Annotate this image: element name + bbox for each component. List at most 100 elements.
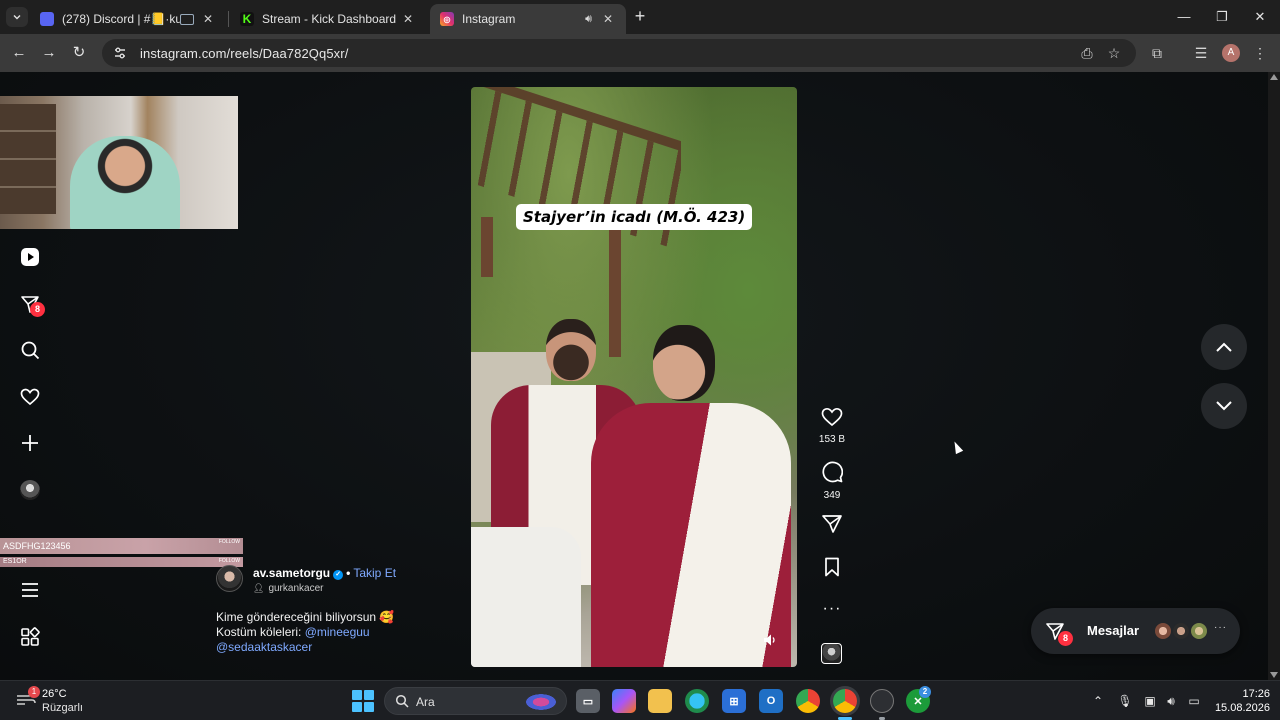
webcam-person: [70, 136, 180, 229]
screen-share-icon: [180, 13, 194, 25]
more-contacts-icon: ···: [1214, 622, 1227, 633]
caption-line: Kime göndereceğini biliyorsun 🥰: [216, 610, 395, 624]
share-action[interactable]: [812, 514, 852, 539]
weather-condition: Rüzgarlı: [42, 702, 83, 714]
notifications-heart-icon[interactable]: [18, 385, 42, 409]
also-from-meta-icon[interactable]: [18, 625, 42, 649]
tab-kick[interactable]: K Stream - Kick Dashboard ✕: [230, 4, 426, 34]
video-person-left-head: [546, 319, 596, 381]
video-table: [471, 527, 581, 667]
messages-send-icon: 8: [1045, 621, 1073, 646]
page-scrollbar[interactable]: [1268, 72, 1280, 680]
speaker-icon[interactable]: 🔊︎: [585, 13, 592, 26]
bookmark-icon[interactable]: [823, 557, 841, 577]
browser-toolbar: ← → ↻ instagram.com/reels/Daa782Qq5xr/ ⎙…: [0, 34, 1280, 72]
back-button[interactable]: ←: [8, 42, 30, 64]
contact-avatar: [1190, 622, 1208, 640]
messages-nav-icon[interactable]: 8: [18, 292, 45, 317]
search-placeholder: Ara: [416, 695, 435, 709]
audio-name: gurkankacer: [268, 583, 324, 594]
tab-separator: [228, 11, 229, 27]
close-window-button[interactable]: ✕: [1248, 6, 1272, 28]
mention-link[interactable]: @mineeguu: [305, 625, 370, 639]
volume-tray-icon[interactable]: 🔊︎: [1162, 692, 1180, 710]
audio-thumbnail[interactable]: [821, 643, 842, 664]
stream-follower-bar: ES1OR FOLLOW: [0, 557, 243, 567]
video-person-right-head: [653, 325, 715, 401]
close-tab-icon[interactable]: ✕: [400, 11, 416, 27]
profile-avatar[interactable]: A: [1222, 44, 1240, 62]
chrome-active-icon[interactable]: [833, 689, 857, 713]
show-hidden-icons-chevron-icon[interactable]: ⌃: [1089, 692, 1107, 710]
reels-nav-icon[interactable]: [18, 245, 42, 269]
site-settings-icon[interactable]: [112, 45, 128, 61]
forward-button[interactable]: →: [38, 42, 60, 64]
bookmark-star-icon[interactable]: ☆: [1104, 43, 1124, 63]
file-explorer-icon[interactable]: [648, 689, 672, 713]
search-highlight-art: [522, 692, 560, 712]
separator-dot: •: [346, 566, 351, 580]
address-bar[interactable]: instagram.com/reels/Daa782Qq5xr/: [102, 39, 1136, 67]
more-options-icon[interactable]: ···: [812, 600, 852, 618]
media-controls-icon[interactable]: ☰: [1191, 43, 1211, 63]
like-count: 153 B: [818, 434, 846, 445]
system-clock[interactable]: 17:26 15.08.2026: [1214, 687, 1270, 715]
menu-kebab-icon[interactable]: ⋮: [1250, 43, 1270, 63]
tab-discord[interactable]: (278) Discord | #📒·kuralla ✕: [30, 4, 226, 34]
author-avatar[interactable]: [216, 565, 243, 592]
more-menu-icon[interactable]: [18, 578, 42, 602]
search-nav-icon[interactable]: [18, 338, 42, 362]
start-button-windows-icon[interactable]: [352, 690, 374, 712]
network-icon[interactable]: ▣: [1141, 692, 1159, 710]
url-text: instagram.com/reels/Daa782Qq5xr/: [140, 45, 349, 61]
save-action[interactable]: [812, 557, 852, 582]
comment-icon[interactable]: [821, 461, 844, 483]
weather-temp: 26°C: [42, 688, 67, 700]
previous-reel-button[interactable]: [1201, 324, 1247, 370]
microphone-icon[interactable]: 🎙︎: [1116, 692, 1134, 710]
like-action[interactable]: 153 B: [812, 407, 852, 445]
share-send-icon[interactable]: [821, 514, 843, 534]
tab-title: Stream - Kick Dashboard: [262, 12, 397, 26]
tab-instagram[interactable]: ◎ Instagram 🔊︎ ✕: [430, 4, 626, 34]
extensions-icon[interactable]: ⧉: [1147, 43, 1167, 63]
taskbar-search[interactable]: Ara: [384, 687, 567, 715]
tab-title: Instagram: [462, 12, 516, 26]
edge-browser-icon[interactable]: [685, 689, 709, 713]
outlook-icon[interactable]: O: [759, 689, 783, 713]
contact-avatar: [1172, 622, 1190, 640]
scroll-up-arrow-icon[interactable]: [1270, 74, 1278, 80]
heart-icon[interactable]: [821, 407, 843, 427]
battery-icon[interactable]: ▭: [1185, 692, 1203, 710]
messages-badge: 8: [30, 302, 45, 317]
create-plus-icon[interactable]: [18, 431, 42, 455]
minimize-button[interactable]: —: [1172, 6, 1196, 28]
mention-link[interactable]: @sedaaktaskacer: [216, 640, 312, 654]
restore-button[interactable]: ❐: [1210, 6, 1234, 28]
comment-action[interactable]: 349: [812, 461, 852, 501]
reload-button[interactable]: ↻: [68, 42, 90, 64]
install-app-icon[interactable]: ⎙: [1077, 43, 1097, 63]
close-tab-icon[interactable]: ✕: [200, 11, 216, 27]
next-reel-button[interactable]: [1201, 383, 1247, 429]
volume-icon[interactable]: [763, 633, 779, 649]
messages-pill[interactable]: 8 Mesajlar ···: [1031, 608, 1240, 654]
profile-nav[interactable]: [18, 478, 42, 502]
scroll-down-arrow-icon[interactable]: [1270, 672, 1278, 678]
copilot-icon[interactable]: [612, 689, 636, 713]
close-tab-icon[interactable]: ✕: [600, 11, 616, 27]
author-username[interactable]: av.sametorgu: [253, 566, 330, 580]
follow-button[interactable]: Takip Et: [353, 566, 396, 580]
weather-badge: 1: [28, 686, 40, 698]
microsoft-store-icon[interactable]: ⊞: [722, 689, 746, 713]
task-view-icon[interactable]: ▭: [576, 689, 600, 713]
weather-widget[interactable]: 1 26°C Rüzgarlı: [14, 686, 94, 716]
reel-video[interactable]: Stajyer’in icadı (M.Ö. 423): [471, 87, 797, 667]
tab-search-button[interactable]: [6, 7, 28, 27]
user-icon: 👤︎: [253, 583, 265, 593]
new-tab-button[interactable]: +: [630, 7, 650, 27]
obs-icon[interactable]: [870, 689, 894, 713]
audio-attribution[interactable]: 👤︎ gurkankacer: [253, 583, 323, 594]
verified-badge-icon: ✓: [333, 570, 344, 580]
chrome-icon[interactable]: [796, 689, 820, 713]
